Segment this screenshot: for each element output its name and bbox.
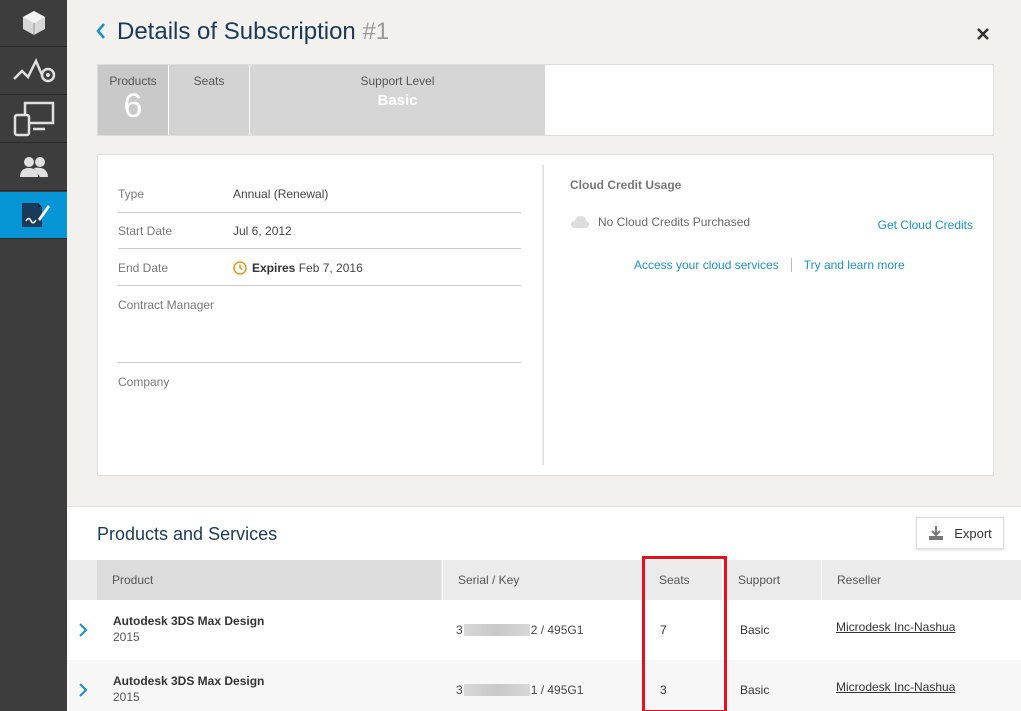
- summary-products-value: 6: [123, 87, 143, 125]
- link-separator: [790, 258, 792, 272]
- sidebar: [0, 0, 67, 711]
- cloud-credit-status: No Cloud Credits Purchased: [570, 215, 750, 229]
- subscription-details-panel: Type Annual (Renewal) Start Date Jul 6, …: [97, 154, 994, 476]
- activity-chart-icon: [12, 58, 55, 83]
- products-table-header: Product Serial / Key Seats Support Resel…: [67, 560, 1021, 600]
- product-name: Autodesk 3DS Max Design: [113, 614, 265, 628]
- back-chevron-icon[interactable]: [95, 22, 107, 40]
- devices-icon: [13, 101, 54, 137]
- summary-products: Products 6: [98, 65, 168, 135]
- main-content: Details of Subscription #1 Products 6 Se…: [67, 0, 1021, 711]
- summary-support-label: Support Level: [360, 74, 435, 88]
- detail-value: Jul 6, 2012: [233, 224, 292, 238]
- column-header-seats[interactable]: Seats: [643, 560, 721, 600]
- page-title: Details of Subscription #1: [117, 18, 389, 46]
- sidebar-item-devices[interactable]: [0, 96, 67, 143]
- box-icon: [22, 11, 45, 35]
- product-name: Autodesk 3DS Max Design: [113, 674, 265, 688]
- product-year: 2015: [113, 690, 140, 704]
- column-header-support[interactable]: Support: [722, 560, 820, 600]
- summary-support-value: Basic: [377, 92, 418, 109]
- serial-key-start: 3: [456, 683, 463, 697]
- summary-seats-label: Seats: [193, 74, 225, 88]
- detail-row-company: Company: [118, 375, 521, 395]
- products-section-title: Products and Services: [97, 524, 278, 544]
- cloud-credit-title: Cloud Credit Usage: [570, 178, 682, 192]
- close-button[interactable]: [977, 26, 989, 42]
- cloud-credit-status-text: No Cloud Credits Purchased: [598, 215, 751, 229]
- summary-products-label: Products: [109, 74, 157, 88]
- expires-label: Expires: [252, 261, 296, 275]
- chevron-right-icon[interactable]: [78, 622, 88, 638]
- serial-key-end: 1 / 495G1: [530, 683, 584, 697]
- support-value: Basic: [740, 623, 770, 637]
- chevron-right-icon[interactable]: [78, 682, 88, 698]
- users-icon: [19, 157, 48, 177]
- detail-key: Type: [118, 187, 145, 201]
- panel-divider: [542, 165, 544, 465]
- seats-value: 7: [660, 623, 667, 637]
- end-date-value: Feb 7, 2016: [298, 261, 363, 275]
- summary-support-level: Support Level Basic: [250, 65, 545, 135]
- clock-icon: [233, 261, 247, 275]
- serial-key-end: 2 / 495G1: [530, 623, 584, 637]
- try-and-learn-more-link[interactable]: Try and learn more: [804, 258, 905, 272]
- seats-value: 3: [660, 683, 667, 697]
- subscription-number: #1: [362, 18, 390, 45]
- sidebar-item-contracts[interactable]: [0, 192, 67, 239]
- serial-key: 3 2 / 495G1: [456, 623, 583, 637]
- access-cloud-services-link[interactable]: Access your cloud services: [634, 258, 779, 272]
- detail-key: Company: [118, 375, 170, 389]
- serial-key: 3 1 / 495G1: [456, 683, 583, 697]
- detail-key: End Date: [118, 261, 169, 275]
- column-header-serial-key[interactable]: Serial / Key: [442, 560, 642, 600]
- export-button[interactable]: Export: [916, 517, 1004, 549]
- products-section: Products and Services Export Product Ser…: [67, 506, 1021, 711]
- export-label: Export: [954, 525, 992, 541]
- page-title-text: Details of Subscription: [117, 18, 356, 45]
- table-row[interactable]: Autodesk 3DS Max Design 2015 31 / 495G1 …: [67, 660, 1021, 711]
- detail-row-end-date: End Date Expires Feb 7, 2016: [118, 261, 521, 286]
- contract-signature-icon: [21, 203, 50, 227]
- detail-key: Contract Manager: [118, 298, 215, 312]
- cloud-links: Access your cloud services Try and learn…: [634, 258, 905, 272]
- product-year: 2015: [113, 630, 140, 644]
- detail-row-start-date: Start Date Jul 6, 2012: [118, 224, 521, 249]
- detail-row-contract-manager: Contract Manager: [118, 298, 521, 363]
- column-header-reseller[interactable]: Reseller: [821, 560, 1021, 600]
- subscription-summary: Products 6 Seats Support Level Basic: [97, 64, 994, 136]
- sidebar-item-products[interactable]: [0, 0, 67, 47]
- detail-row-type: Type Annual (Renewal): [118, 187, 521, 213]
- reseller-link[interactable]: Microdesk Inc-Nashua: [836, 680, 955, 694]
- table-row[interactable]: Autodesk 3DS Max Design 2015 32 / 495G1 …: [67, 600, 1021, 660]
- download-icon: [929, 526, 944, 540]
- sidebar-item-usage[interactable]: [0, 48, 67, 95]
- detail-key: Start Date: [118, 224, 173, 238]
- detail-value: Annual (Renewal): [233, 187, 329, 201]
- reseller-link[interactable]: Microdesk Inc-Nashua: [836, 620, 955, 634]
- detail-value: Expires Feb 7, 2016: [233, 261, 363, 275]
- close-icon: [977, 28, 989, 40]
- serial-key-redacted: [463, 684, 530, 696]
- support-value: Basic: [740, 683, 770, 697]
- sidebar-item-users[interactable]: [0, 144, 67, 191]
- serial-key-start: 3: [456, 623, 463, 637]
- serial-key-redacted: [463, 624, 530, 636]
- get-cloud-credits-link[interactable]: Get Cloud Credits: [878, 218, 973, 232]
- cloud-icon: [571, 216, 589, 228]
- column-header-product[interactable]: Product: [97, 560, 441, 600]
- summary-seats: Seats: [169, 65, 249, 135]
